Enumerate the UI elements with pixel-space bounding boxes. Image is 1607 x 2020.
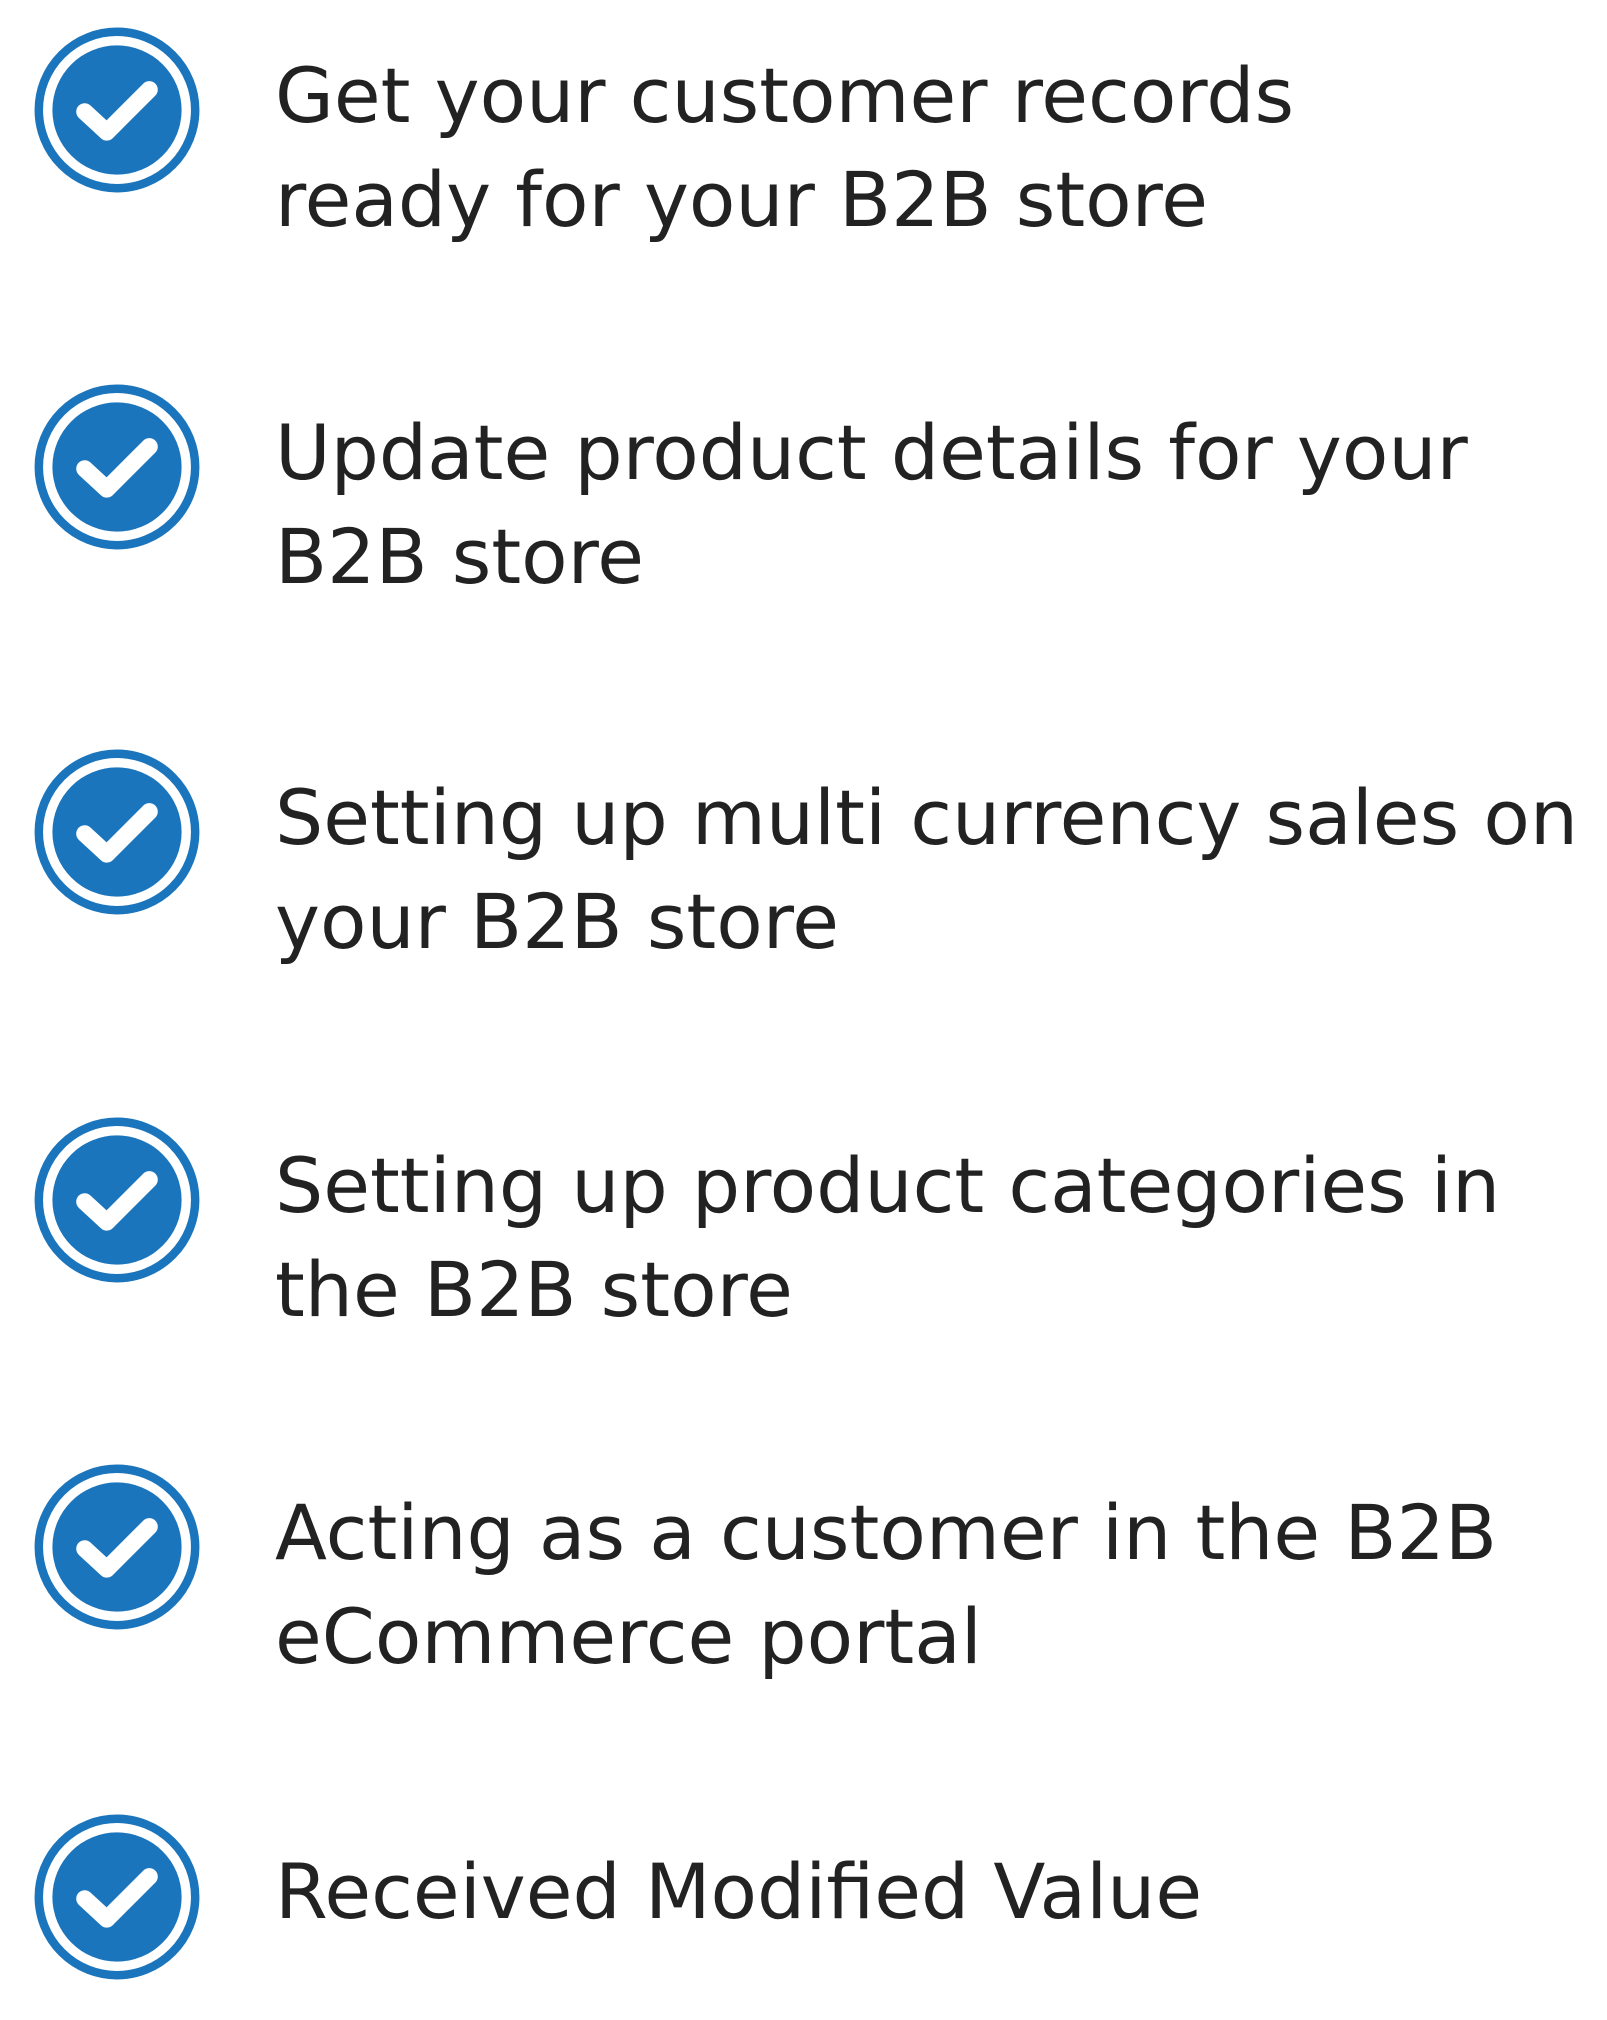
checklist-item-text: Received Modified Value [275, 1840, 1585, 1944]
checklist-item: Setting up multi currency sales on your … [0, 722, 1607, 966]
checklist-item-line: Setting up product categories in [275, 1141, 1501, 1230]
check-circle-icon [34, 749, 200, 915]
checklist-item-text: Get your customer records ready for your… [275, 44, 1585, 252]
check-circle-icon [34, 384, 200, 550]
checklist-item-line: eCommerce portal [275, 1592, 982, 1681]
checklist-item: Setting up product categories in the B2B… [0, 1090, 1607, 1334]
checklist-item: Received Modified Value [0, 1780, 1607, 2020]
checklist-item-line: Acting as a customer in the B2B [275, 1488, 1497, 1577]
check-circle-icon [34, 1814, 200, 1980]
checklist-item-text: Setting up multi currency sales on your … [275, 766, 1585, 974]
checklist-item-line: Get your customer records [275, 51, 1295, 140]
checklist-item: Update product details for your B2B stor… [0, 357, 1607, 601]
checklist-item-line: Setting up multi currency sales on [275, 773, 1578, 862]
checklist-item-line: Update product details for your [275, 408, 1468, 497]
checklist-item-text: Update product details for your B2B stor… [275, 401, 1585, 609]
check-circle-icon [34, 27, 200, 193]
checklist: Get your customer records ready for your… [0, 0, 1607, 1980]
checklist-item-line: Received Modified Value [275, 1847, 1203, 1936]
checklist-item-text: Acting as a customer in the B2B eCommerc… [275, 1481, 1585, 1689]
check-circle-icon [34, 1464, 200, 1630]
checklist-item-line: the B2B store [275, 1245, 793, 1334]
check-circle-icon [34, 1117, 200, 1283]
checklist-item-line: ready for your B2B store [275, 155, 1209, 244]
checklist-item: Acting as a customer in the B2B eCommerc… [0, 1437, 1607, 1681]
checklist-item-line: B2B store [275, 512, 645, 601]
checklist-item-line: your B2B store [275, 877, 840, 966]
checklist-item: Get your customer records ready for your… [0, 0, 1607, 244]
checklist-item-text: Setting up product categories in the B2B… [275, 1134, 1585, 1342]
